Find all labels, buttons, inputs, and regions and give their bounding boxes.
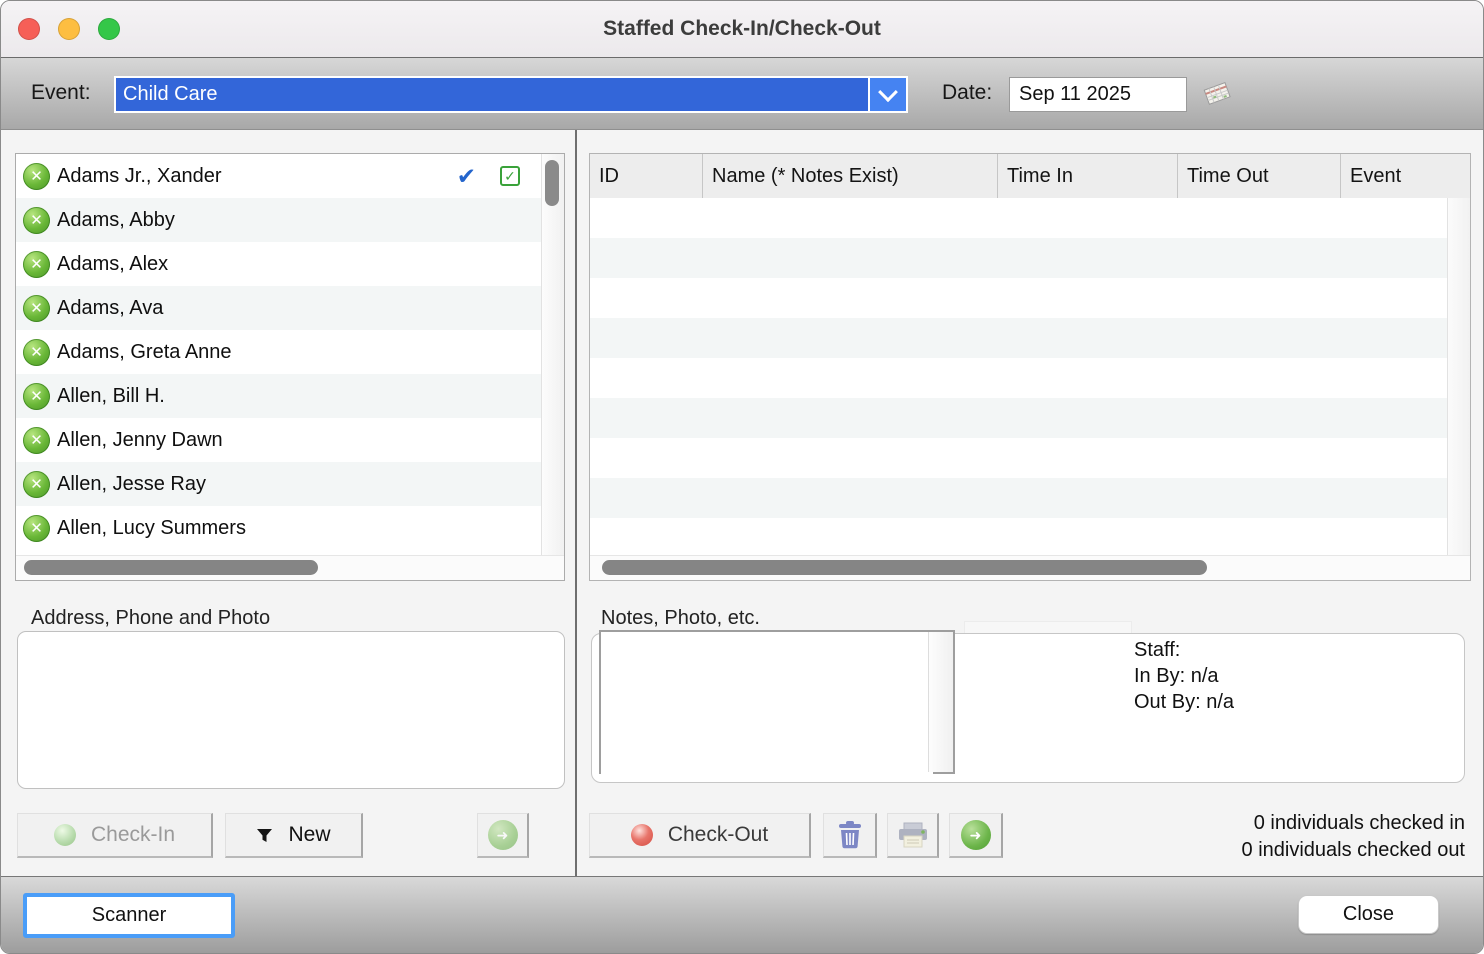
selected-check-icon: [457, 163, 476, 190]
new-label: New: [288, 823, 331, 846]
address-section-label: Address, Phone and Photo: [31, 607, 271, 629]
person-name: Allen, Jenny Dawn: [57, 428, 223, 451]
notes-textarea[interactable]: [601, 632, 933, 776]
window-title: Staffed Check-In/Check-Out: [603, 17, 881, 40]
table-header: ID Name (* Notes Exist) Time In Time Out…: [590, 154, 1470, 199]
attendance-checkbox-icon: [500, 166, 520, 186]
column-header-time-in[interactable]: Time In: [997, 154, 1177, 198]
roster-listbox: Adams Jr., Xander Adams, Abby: [15, 153, 565, 581]
main-area: Adams Jr., Xander Adams, Abby: [1, 130, 1483, 878]
date-picker-button[interactable]: [1197, 78, 1237, 110]
list-item[interactable]: Adams, Ava: [16, 286, 542, 330]
person-name: Allen, Jesse Ray: [57, 472, 206, 495]
green-arrow-icon: [960, 820, 991, 850]
remove-circle-icon: [23, 382, 50, 410]
filter-funnel-icon: [257, 828, 273, 842]
person-name: Adams, Abby: [57, 208, 175, 231]
remove-circle-icon: [23, 206, 50, 234]
list-item[interactable]: Allen, Lucy Summers: [16, 506, 542, 550]
column-header-time-out[interactable]: Time Out: [1177, 154, 1340, 198]
event-label: Event:: [31, 81, 91, 104]
list-item[interactable]: Adams, Alex: [16, 242, 542, 286]
checked-in-count: 0 individuals checked in: [1253, 812, 1465, 834]
minimize-window-icon[interactable]: [58, 18, 80, 40]
in-by-value: In By: n/a: [1134, 665, 1219, 687]
notes-section-label: Notes, Photo, etc.: [601, 607, 760, 629]
panel-divider: [575, 130, 577, 878]
remove-circle-icon: [23, 250, 50, 278]
list-horizontal-scroll-thumb[interactable]: [24, 560, 318, 575]
date-field[interactable]: [1009, 77, 1187, 112]
remove-circle-icon: [23, 162, 50, 190]
remove-circle-icon: [23, 514, 50, 542]
transfer-left-button[interactable]: [477, 813, 529, 858]
address-photo-box: [17, 631, 565, 789]
event-combobox: Child Care: [114, 76, 908, 113]
staff-info: Staff: In By: n/a Out By: n/a: [1134, 637, 1234, 715]
table-horizontal-scrollbar: [590, 555, 1470, 580]
check-in-label: Check-In: [90, 823, 176, 846]
notes-textarea-frame: [599, 630, 955, 776]
staff-label: Staff:: [1134, 639, 1181, 661]
checked-counts: 0 individuals checked in 0 individuals c…: [1242, 810, 1465, 864]
staffed-checkin-window: Staffed Check-In/Check-Out Event: Child …: [0, 0, 1484, 954]
column-header-event[interactable]: Event: [1340, 154, 1470, 198]
person-name: Allen, Bill H.: [57, 384, 165, 407]
traffic-lights: [18, 18, 120, 40]
event-toolbar: Event: Child Care Date:: [1, 58, 1483, 130]
trash-icon: [838, 821, 861, 849]
green-arrow-icon: [487, 820, 518, 850]
person-name: Adams, Ava: [57, 296, 164, 319]
out-by-value: Out By: n/a: [1134, 691, 1235, 713]
person-name: Adams, Alex: [57, 252, 169, 275]
list-item[interactable]: Allen, Jenny Dawn: [16, 418, 542, 462]
attendance-table: ID Name (* Notes Exist) Time In Time Out…: [589, 153, 1471, 581]
close-button[interactable]: Close: [1298, 895, 1439, 934]
calendar-icon: [1203, 82, 1231, 105]
printer-icon: [898, 822, 927, 848]
check-out-sphere-icon: [630, 824, 653, 846]
footer-bar: Scanner Close: [1, 876, 1483, 953]
remove-circle-icon: [23, 470, 50, 498]
remove-circle-icon: [23, 426, 50, 454]
print-button[interactable]: [887, 813, 939, 858]
person-name: Adams Jr., Xander: [57, 164, 222, 187]
list-item[interactable]: Allen, Jesse Ray: [16, 462, 542, 506]
new-button[interactable]: New: [225, 813, 363, 858]
column-header-name[interactable]: Name (* Notes Exist): [702, 154, 997, 198]
notes-scrollbar: [928, 632, 953, 772]
list-vertical-scrollbar: [541, 154, 564, 556]
remove-circle-icon: [23, 294, 50, 322]
list-item[interactable]: Adams, Greta Anne: [16, 330, 542, 374]
check-out-button[interactable]: Check-Out: [589, 813, 811, 858]
list-item[interactable]: Adams, Abby: [16, 198, 542, 242]
delete-button[interactable]: [823, 813, 877, 858]
list-item[interactable]: Allen, Bill H.: [16, 374, 542, 418]
check-in-button[interactable]: Check-In: [17, 813, 213, 858]
people-list: Adams Jr., Xander Adams, Abby: [16, 154, 542, 556]
event-combobox-value[interactable]: Child Care: [116, 78, 868, 111]
list-vertical-scroll-thumb[interactable]: [545, 160, 559, 206]
table-body-empty: [590, 198, 1448, 556]
remove-circle-icon: [23, 338, 50, 366]
list-horizontal-scrollbar: [16, 555, 564, 580]
scanner-button[interactable]: Scanner: [23, 893, 235, 938]
column-header-id[interactable]: ID: [590, 154, 702, 198]
checked-out-count: 0 individuals checked out: [1241, 839, 1465, 861]
close-window-icon[interactable]: [18, 18, 40, 40]
table-horizontal-scroll-thumb[interactable]: [602, 560, 1207, 575]
check-in-sphere-icon: [53, 824, 76, 846]
person-name: Allen, Lucy Summers: [57, 516, 246, 539]
check-out-label: Check-Out: [667, 823, 769, 846]
title-bar: Staffed Check-In/Check-Out: [1, 1, 1483, 58]
list-item[interactable]: Adams Jr., Xander: [16, 154, 542, 198]
date-label: Date:: [942, 81, 993, 104]
zoom-window-icon[interactable]: [98, 18, 120, 40]
person-name: Adams, Greta Anne: [57, 340, 232, 363]
table-vertical-scrollbar: [1447, 198, 1470, 556]
transfer-right-button[interactable]: [949, 813, 1003, 858]
event-dropdown-button[interactable]: [870, 78, 906, 111]
chevron-down-icon: [878, 81, 898, 102]
